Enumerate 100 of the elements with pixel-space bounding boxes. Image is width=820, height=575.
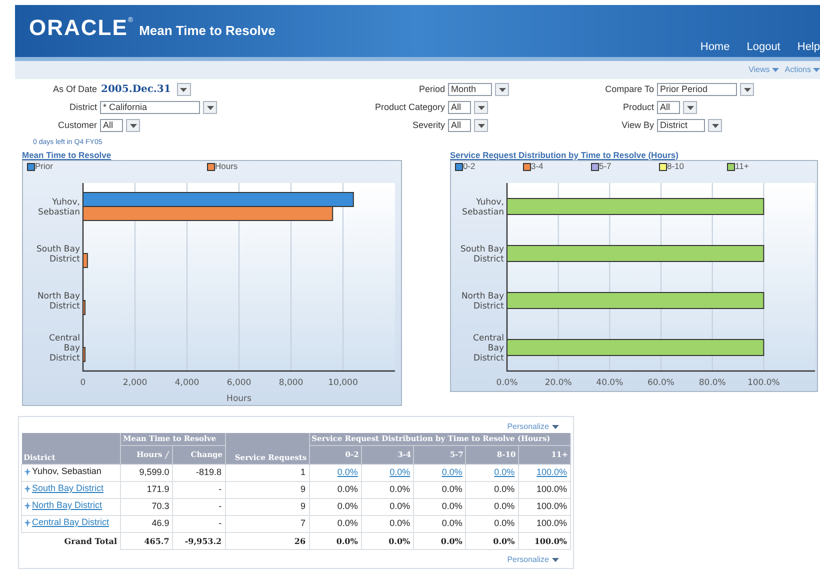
tick-label: 10,000 [328, 378, 358, 388]
table-cell: 0.0% [361, 498, 414, 515]
table-cell: 0.0% [414, 532, 466, 549]
dropdown-button[interactable] [740, 83, 754, 96]
caret-icon [686, 106, 694, 110]
toolbar-menu[interactable]: Actions [784, 64, 820, 76]
table-cell: 70.3 [120, 498, 173, 515]
tick-label: 40.0% [596, 378, 624, 388]
legend-label: 3-4 [531, 160, 544, 173]
toolbar-menu[interactable]: Views [748, 64, 779, 76]
tick-label: 6,000 [226, 378, 252, 388]
dropdown-button[interactable] [708, 119, 722, 132]
table-cell: 0.0% [309, 532, 362, 549]
tick-label: 2,000 [122, 378, 148, 388]
table-cell: 465.7 [120, 532, 173, 549]
legend-label: 5-7 [599, 160, 612, 173]
table-cell: -9,953.2 [172, 532, 226, 549]
table-cell: 0.0% [466, 498, 518, 515]
caret-icon [744, 88, 750, 92]
dropdown-button[interactable] [495, 83, 509, 96]
select-field[interactable]: All [100, 119, 123, 132]
field-label: Severity [411, 118, 445, 132]
caret-icon [130, 124, 136, 128]
field-label: District [68, 100, 97, 114]
select-field[interactable]: All [448, 119, 471, 132]
select-field[interactable]: All [448, 101, 471, 114]
field-label: Product Category [374, 100, 445, 114]
select-field[interactable]: District [657, 119, 705, 132]
field-label: As Of Date [52, 82, 97, 96]
field-label: View By [620, 118, 654, 132]
caret-icon [552, 424, 559, 428]
dropdown-button[interactable] [683, 101, 697, 114]
category-label: North Bay District [37, 291, 80, 311]
legend-label: Hours [215, 160, 238, 173]
caret-icon [180, 88, 188, 92]
nav-link[interactable]: Help [797, 39, 820, 56]
table-cell: 0.0% [466, 515, 518, 532]
field-label: Customer [56, 118, 97, 132]
tick-label: 0 [80, 378, 86, 388]
table-cell: - [172, 515, 226, 532]
legend-label: 0-2 [463, 160, 476, 173]
select-field[interactable]: * California [100, 101, 200, 114]
select-field[interactable]: Month [448, 83, 492, 96]
table-cell: 0.0% [309, 515, 362, 532]
dropdown-button[interactable] [176, 83, 191, 96]
caret-icon [478, 124, 484, 128]
field-label: Product [622, 100, 654, 114]
menu-label: Views [748, 64, 770, 76]
table-cell: 9,599.0 [120, 464, 173, 481]
table-cell: 0.0% [309, 481, 362, 498]
caret-icon [206, 106, 214, 110]
chart-title: Mean Time to Resolve [22, 150, 112, 160]
page-title: Mean Time to Resolve [139, 22, 276, 40]
date-value: 2005.Dec.31 [100, 83, 172, 97]
caret-icon [712, 124, 718, 128]
table-cell: 100.0% [518, 481, 570, 498]
tick-label: 20.0% [544, 378, 572, 388]
table-cell: 100.0% [518, 515, 570, 532]
caret-icon [813, 68, 820, 72]
nav-link[interactable]: Logout [746, 39, 780, 56]
personalize-link[interactable]: Personalize [507, 420, 559, 432]
tick-label: 80.0% [698, 378, 726, 388]
table-cell: - [172, 481, 226, 498]
category-label: North Bay District [461, 291, 504, 311]
caret-icon [772, 68, 779, 72]
axis-title: Hours [226, 394, 252, 404]
pin-icon [24, 484, 31, 493]
table-cell: 171.9 [120, 481, 173, 498]
category-label: Central Bay District [473, 333, 504, 363]
sort-icon [164, 450, 170, 458]
logo: ORACLE [29, 17, 128, 39]
dropdown-button[interactable] [474, 119, 488, 132]
table-cell: 0.0% [466, 532, 518, 549]
dropdown-button[interactable] [126, 119, 140, 132]
category-label: South Bay District [36, 244, 80, 264]
legend-label: 8-10 [667, 160, 684, 173]
field-label: Compare To [604, 82, 654, 96]
personalize-link[interactable]: Personalize [507, 554, 559, 566]
category-label: Yuhov, Sebastian [462, 197, 504, 217]
select-field[interactable]: Prior Period [657, 83, 737, 96]
table-cell: 0.0% [361, 481, 414, 498]
caret-icon [478, 106, 484, 110]
chart-title: Service Request Distribution by Time to Resolve (Hours) [450, 150, 680, 160]
table-cell: 9 [225, 481, 310, 498]
table-cell: 46.9 [120, 515, 173, 532]
table-cell: 0.0% [414, 515, 466, 532]
nav-link[interactable]: Home [700, 39, 730, 56]
table-cell: 0.0% [414, 498, 466, 515]
tick-label: 0.0% [496, 378, 518, 388]
category-label: Central Bay District [49, 333, 80, 363]
dropdown-button[interactable] [474, 101, 488, 114]
table-cell: 100.0% [518, 498, 570, 515]
dropdown-button[interactable] [203, 101, 217, 114]
tick-label: 100.0% [747, 378, 780, 388]
tick-label: 8,000 [278, 378, 304, 388]
table-cell: 0.0% [361, 515, 414, 532]
legend-label: Prior [35, 160, 53, 173]
caret-icon [498, 88, 506, 92]
select-field[interactable]: All [657, 101, 680, 114]
table-cell: 100.0% [518, 532, 570, 549]
